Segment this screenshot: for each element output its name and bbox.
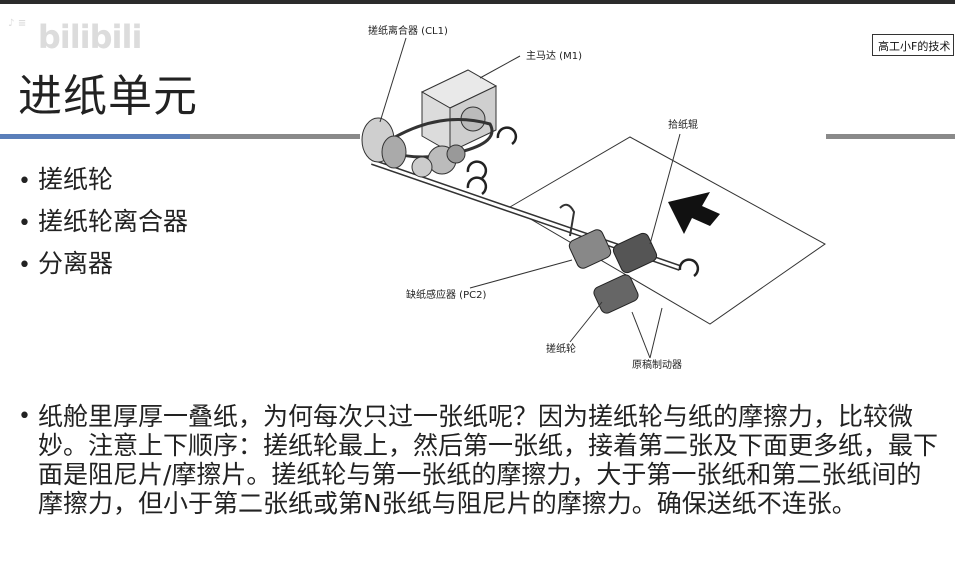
explanation-paragraph: • 纸舱里厚厚一叠纸，为何每次只过一张纸呢？因为搓纸轮与纸的摩擦力，比较微妙。注… xyxy=(18,402,943,518)
bullet-list: • 搓纸轮 • 搓纸轮离合器 • 分离器 xyxy=(18,160,188,286)
bullet-item: • 搓纸轮离合器 xyxy=(18,202,188,244)
bullet-item: • 搓纸轮 xyxy=(18,160,188,202)
slide-title: 进纸单元 xyxy=(18,71,198,122)
title-rule-accent xyxy=(0,134,190,139)
paragraph-bullet-dot: • xyxy=(18,404,31,429)
bullet-text: 分离器 xyxy=(38,249,114,278)
channel-tag: 高工小F的技术 xyxy=(872,34,954,56)
top-border xyxy=(0,0,955,4)
clutch-label: 搓纸离合器 (CL1) xyxy=(368,24,448,37)
motor-label: 主马达 (M1) xyxy=(526,50,582,62)
paper-sheet xyxy=(509,136,826,325)
gear-train xyxy=(411,144,466,178)
bilibili-watermark: ♪ ≡ bilibili xyxy=(8,18,143,56)
pickup-roller-label: 拾纸辊 xyxy=(668,118,698,131)
title-rule-left xyxy=(190,134,360,139)
main-motor xyxy=(420,69,498,153)
bullet-text: 搓纸轮离合器 xyxy=(38,207,189,236)
bullet-dot: • xyxy=(18,169,31,194)
doc-stopper-label: 原稿制动器 xyxy=(632,358,682,371)
feed-roller-label: 搓纸轮 xyxy=(546,342,576,355)
bilibili-logo: bilibili xyxy=(37,18,143,56)
sensor-label: 缺纸感应器 (PC2) xyxy=(406,288,486,301)
watermark-icons: ♪ ≡ xyxy=(8,18,27,29)
clutch xyxy=(361,117,407,169)
bullet-dot: • xyxy=(18,211,31,236)
bullet-dot: • xyxy=(18,253,31,278)
bullet-text: 搓纸轮 xyxy=(38,165,114,194)
bullet-item: • 分离器 xyxy=(18,244,188,286)
paragraph-text: 纸舱里厚厚一叠纸，为何每次只过一张纸呢？因为搓纸轮与纸的摩擦力，比较微妙。注意上… xyxy=(38,402,939,518)
feed-unit-diagram: 搓纸离合器 (CL1) 主马达 (M1) 拾纸辊 缺纸感应器 (PC2) 搓纸轮… xyxy=(361,24,826,371)
title-rule-right xyxy=(826,134,955,139)
